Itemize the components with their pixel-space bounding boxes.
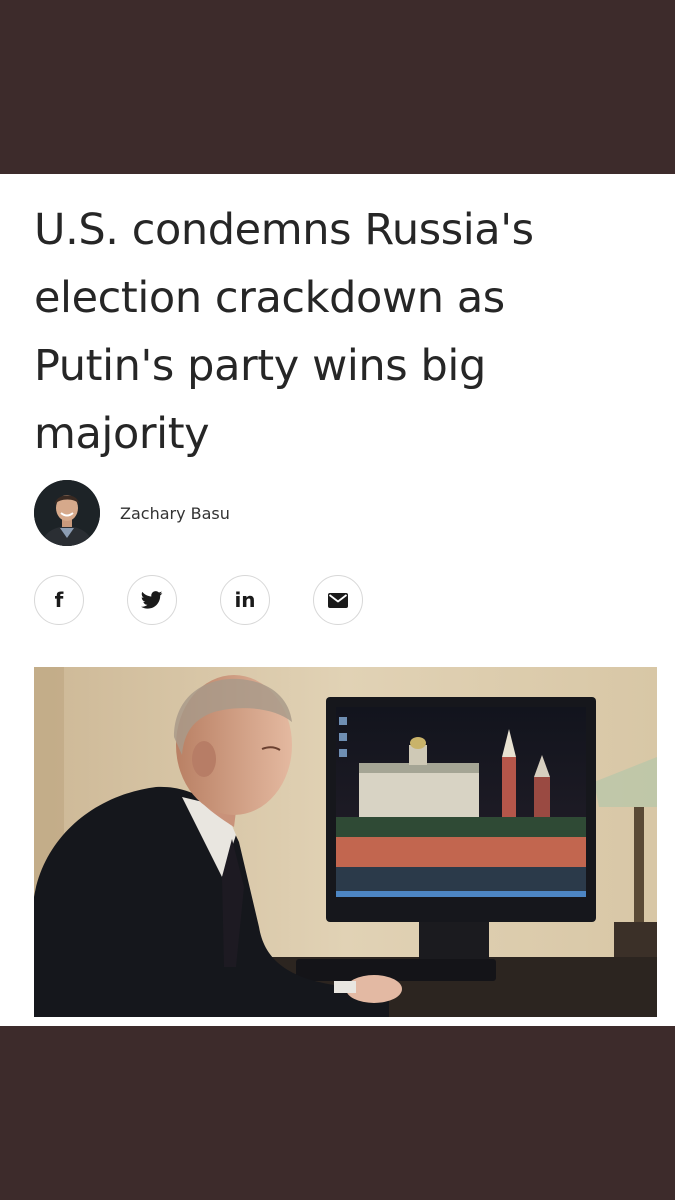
byline: Zachary Basu (34, 480, 230, 546)
share-twitter-button[interactable] (127, 575, 177, 625)
article-card: U.S. condemns Russia's election crackdow… (0, 174, 675, 1026)
share-facebook-button[interactable]: f (34, 575, 84, 625)
article-headline: U.S. condemns Russia's election crackdow… (34, 205, 534, 459)
share-bar: f in (34, 575, 363, 625)
linkedin-icon: in (234, 588, 256, 612)
share-linkedin-button[interactable]: in (220, 575, 270, 625)
bottom-letterbox (0, 1026, 675, 1200)
author-name[interactable]: Zachary Basu (120, 504, 230, 523)
top-letterbox (0, 0, 675, 174)
author-avatar[interactable] (34, 480, 100, 546)
facebook-icon: f (54, 588, 64, 612)
email-icon (328, 592, 348, 608)
share-email-button[interactable] (313, 575, 363, 625)
hero-photo-illustration (34, 667, 657, 1017)
author-portrait-icon (34, 480, 100, 546)
twitter-icon (141, 591, 163, 609)
hero-image[interactable] (34, 667, 657, 1017)
